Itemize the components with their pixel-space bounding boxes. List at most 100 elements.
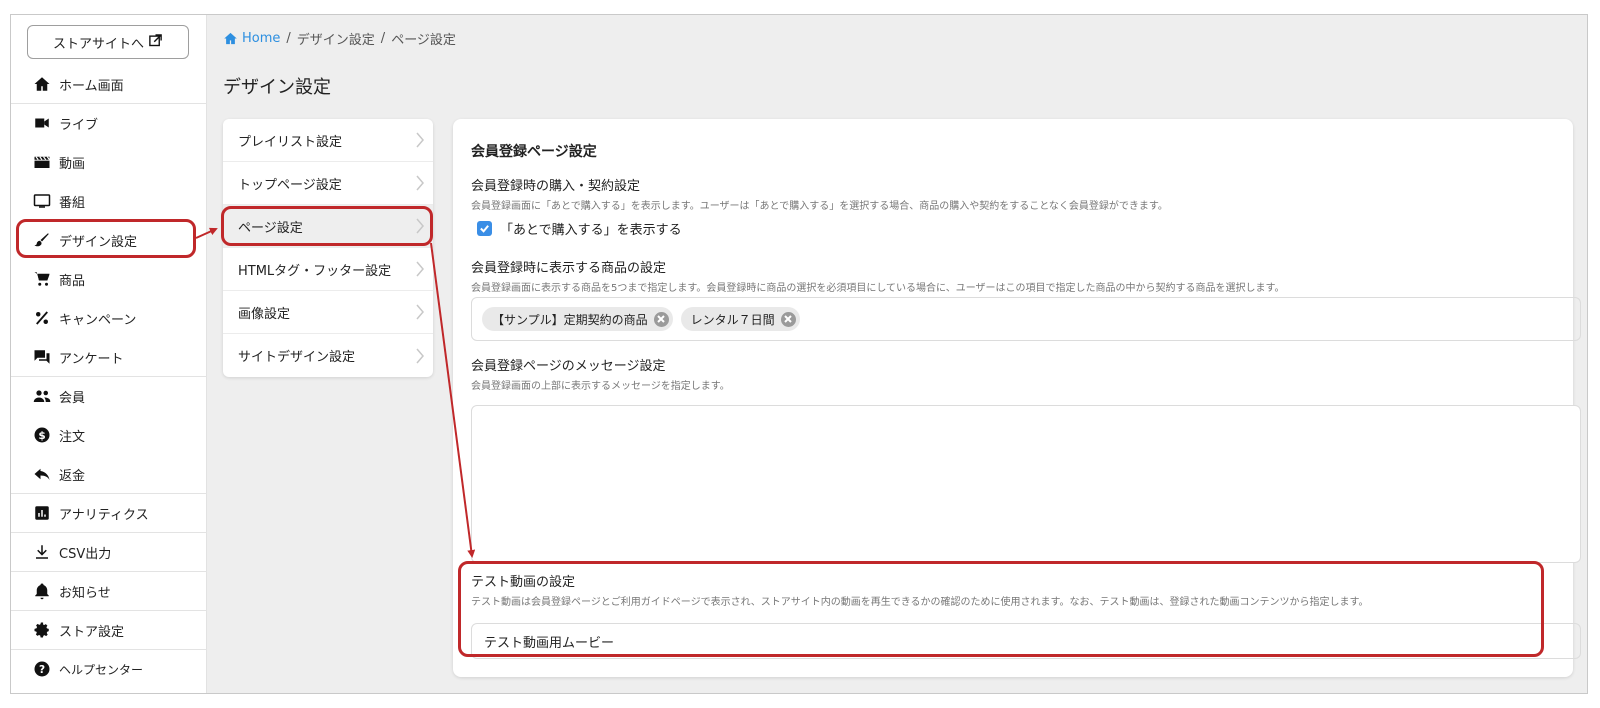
buy-later-checkbox-label: 「あとで購入する」を表示する xyxy=(500,223,682,238)
sidebar-item-live[interactable]: ライブ xyxy=(11,104,207,143)
message-setting-label: 会員登録ページのメッセージ設定 xyxy=(471,359,666,374)
card-title: 会員登録ページ設定 xyxy=(471,144,597,160)
submenu-playlist[interactable]: プレイリスト設定 xyxy=(223,119,433,162)
product-chip: レンタル７日間 xyxy=(680,307,800,331)
sidebar-item-campaigns[interactable]: キャンペーン xyxy=(11,299,207,338)
page-title: デザイン設定 xyxy=(223,77,331,98)
sidebar-item-analytics[interactable]: アナリティクス xyxy=(11,494,207,533)
submenu-label: プレイリスト設定 xyxy=(238,134,343,150)
chevron-right-icon xyxy=(415,175,425,191)
message-textarea[interactable] xyxy=(471,405,1581,563)
product-chip: 【サンプル】定期契約の商品 xyxy=(482,307,673,331)
chevron-right-icon xyxy=(415,304,425,320)
external-link-icon xyxy=(148,33,163,52)
message-setting-desc: 会員登録画面の上部に表示するメッセージを指定します。 xyxy=(471,381,730,392)
remove-chip-icon[interactable] xyxy=(653,311,669,327)
cart-icon xyxy=(33,270,51,288)
bell-icon xyxy=(33,582,51,600)
submenu-page-settings[interactable]: ページ設定 xyxy=(223,205,433,248)
sidebar-item-csv-export[interactable]: CSV出力 xyxy=(11,533,207,572)
submenu-label: サイトデザイン設定 xyxy=(238,350,356,365)
sidebar-item-store-settings[interactable]: ストア設定 xyxy=(11,611,207,650)
breadcrumb-design[interactable]: デザイン設定 xyxy=(297,29,375,48)
tv-icon xyxy=(33,192,51,210)
products-select[interactable]: 【サンプル】定期契約の商品 レンタル７日間 xyxy=(471,297,1581,341)
chevron-right-icon xyxy=(415,218,425,234)
submenu-site-design[interactable]: サイトデザイン設定 xyxy=(223,334,433,377)
sidebar-item-label: ライブ xyxy=(59,117,99,133)
store-site-button[interactable]: ストアサイトへ xyxy=(27,25,189,59)
chevron-right-icon xyxy=(415,348,425,364)
movie-icon xyxy=(33,153,51,171)
sidebar-item-label: 返金 xyxy=(59,468,86,484)
store-site-button-label: ストアサイトへ xyxy=(52,36,144,52)
breadcrumb-home-label: Home xyxy=(242,31,281,46)
sidebar-item-label: デザイン設定 xyxy=(59,234,138,250)
breadcrumb-separator: / xyxy=(286,31,291,46)
product-chip-label: レンタル７日間 xyxy=(690,312,775,327)
analytics-icon xyxy=(33,504,51,522)
svg-text:?: ? xyxy=(39,664,45,676)
sidebar-item-survey[interactable]: アンケート xyxy=(11,338,207,377)
products-setting-desc: 会員登録画面に表示する商品を5つまで指定します。会員登録時に商品の選択を必須項目… xyxy=(471,283,1285,294)
submenu-top-page[interactable]: トップページ設定 xyxy=(223,162,433,205)
test-video-select[interactable]: テスト動画用ムービー xyxy=(471,623,1581,659)
sidebar-item-label: お知らせ xyxy=(59,585,111,601)
test-video-value: テスト動画用ムービー xyxy=(484,635,615,651)
sidebar-item-label: ヘルプセンター xyxy=(59,662,144,677)
submenu-label: ページ設定 xyxy=(238,220,303,236)
chevron-right-icon xyxy=(415,261,425,277)
home-icon xyxy=(33,75,51,93)
breadcrumb-page-settings: ページ設定 xyxy=(391,33,456,48)
download-icon xyxy=(33,543,51,561)
sidebar-item-members[interactable]: 会員 xyxy=(11,377,207,416)
sidebar-item-label: アンケート xyxy=(59,351,124,367)
sidebar-item-programs[interactable]: 番組 xyxy=(11,182,207,221)
svg-text:$: $ xyxy=(38,430,45,442)
remove-chip-icon[interactable] xyxy=(780,311,796,327)
sidebar-item-notices[interactable]: お知らせ xyxy=(11,572,207,611)
check-icon xyxy=(480,225,489,233)
sidebar-item-label: 番組 xyxy=(59,195,86,211)
chevron-right-icon xyxy=(415,132,425,148)
help-icon: ? xyxy=(33,660,51,678)
sidebar-item-label: キャンペーン xyxy=(59,312,137,328)
percent-icon xyxy=(33,309,51,327)
reply-icon xyxy=(33,465,51,483)
main-content: Home / デザイン設定 / ページ設定 デザイン設定 プレイリスト設定 トッ… xyxy=(207,15,1587,693)
dollar-icon: $ xyxy=(33,426,51,444)
breadcrumb-separator: / xyxy=(380,31,386,46)
buy-later-checkbox-row[interactable]: 「あとで購入する」を表示する xyxy=(477,219,682,238)
breadcrumb-home[interactable]: Home xyxy=(223,31,280,46)
people-icon xyxy=(33,387,51,405)
sidebar-item-label: CSV出力 xyxy=(59,546,112,562)
test-video-label: テスト動画の設定 xyxy=(471,575,576,590)
sidebar-item-home[interactable]: ホーム画面 xyxy=(11,65,207,104)
sidebar-item-help-center[interactable]: ? ヘルプセンター xyxy=(11,650,207,689)
submenu-image[interactable]: 画像設定 xyxy=(223,291,433,334)
sidebar-item-design[interactable]: デザイン設定 xyxy=(11,221,207,260)
buy-later-checkbox[interactable] xyxy=(477,221,492,236)
purchase-setting-desc: 会員登録画面に「あとで購入する」を表示します。ユーザーは「あとで購入する」を選択… xyxy=(471,201,1168,212)
submenu-label: HTMLタグ・フッター設定 xyxy=(238,263,392,279)
gear-icon xyxy=(33,621,51,639)
sidebar-item-label: 動画 xyxy=(59,156,86,172)
sidebar-item-refunds[interactable]: 返金 xyxy=(11,455,207,494)
submenu-html-footer[interactable]: HTMLタグ・フッター設定 xyxy=(223,248,433,291)
submenu-label: トップページ設定 xyxy=(238,177,342,193)
sidebar-nav: ホーム画面 ライブ 動画 番組 デザイン設定 商品 キャンペーン アンケート 会… xyxy=(11,65,207,689)
forum-icon xyxy=(33,348,51,366)
sidebar-item-orders[interactable]: $ 注文 xyxy=(11,416,207,455)
sidebar-item-label: ホーム画面 xyxy=(59,78,124,94)
sidebar-item-videos[interactable]: 動画 xyxy=(11,143,207,182)
submenu-label: 画像設定 xyxy=(238,306,291,322)
signup-settings-card: 会員登録ページ設定 会員登録時の購入・契約設定 会員登録画面に「あとで購入する」… xyxy=(453,119,1581,677)
product-chip-label: 【サンプル】定期契約の商品 xyxy=(492,312,648,327)
settings-submenu: プレイリスト設定 トップページ設定 ページ設定 HTMLタグ・フッター設定 画像… xyxy=(223,119,433,377)
products-setting-label: 会員登録時に表示する商品の設定 xyxy=(471,261,667,276)
sidebar-item-label: 注文 xyxy=(59,429,86,445)
brush-icon xyxy=(33,231,51,249)
sidebar-item-products[interactable]: 商品 xyxy=(11,260,207,299)
test-video-desc: テスト動画は会員登録ページとご利用ガイドページで表示され、ストアサイト内の動画を… xyxy=(471,597,1369,608)
breadcrumb: Home / デザイン設定 / ページ設定 xyxy=(223,29,456,48)
